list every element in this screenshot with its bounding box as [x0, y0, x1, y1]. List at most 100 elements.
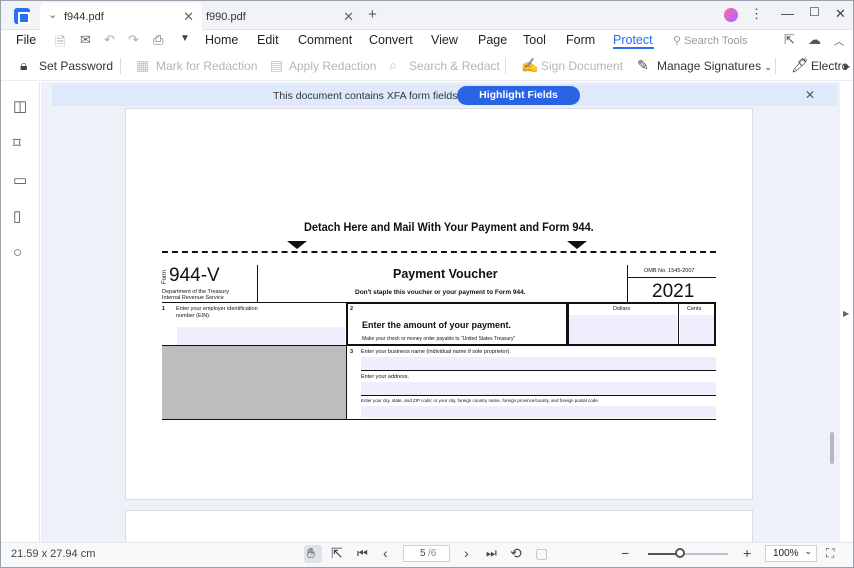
manage-signatures-button[interactable]: Manage Signatures ⌄ [657, 59, 772, 73]
menu-tool[interactable]: Tool [523, 33, 546, 47]
attachment-icon[interactable]: ▯ [13, 207, 29, 225]
toolbar-divider [120, 58, 121, 74]
search-icon: ⚲ [673, 35, 682, 47]
apply-redaction-icon: ▤ [270, 57, 284, 73]
tab-label: f944.pdf [64, 11, 104, 23]
minimize-icon[interactable]: — [781, 6, 794, 21]
zoom-level-select[interactable]: 100% ⌄ [765, 545, 817, 562]
menu-edit[interactable]: Edit [257, 33, 279, 47]
ein-input[interactable] [177, 327, 345, 345]
hand-tool-icon[interactable]: ✋︎ [307, 545, 315, 562]
mail-icon[interactable]: ✉ [80, 32, 91, 48]
zoom-slider-handle[interactable] [675, 548, 685, 558]
undo-icon[interactable]: ↶ [104, 32, 115, 48]
share-icon[interactable]: ⇱ [784, 32, 795, 48]
rotate-icon[interactable]: ⟲ [510, 545, 522, 562]
electronic-signature-icon: 🖊︎ [791, 57, 809, 73]
tab-f944[interactable]: ⌄ f944.pdf ✕ [40, 3, 202, 30]
menu-form[interactable]: Form [566, 33, 595, 47]
quick-access-dropdown-icon[interactable]: ▼ [180, 33, 190, 44]
form-rule [361, 370, 716, 371]
zoom-in-icon[interactable]: + [743, 545, 751, 561]
chevron-down-icon: ⌄ [804, 546, 812, 556]
form-rule [678, 302, 679, 346]
highlight-fields-button[interactable]: Highlight Fields [457, 86, 580, 105]
app-logo-icon[interactable] [14, 8, 30, 24]
search-redact-icon: ⌕ [389, 57, 397, 73]
search-redact-button[interactable]: Search & Redact [409, 59, 500, 73]
chevron-down-icon: ⌄ [764, 62, 772, 72]
search-icon[interactable]: ○ [13, 244, 29, 261]
cents-input[interactable] [680, 315, 714, 344]
apply-redaction-button[interactable]: Apply Redaction [289, 59, 376, 73]
set-password-button[interactable]: Set Password [39, 59, 113, 73]
tab-label: f990.pdf [206, 11, 246, 23]
first-page-icon[interactable]: ⏮︎ [357, 546, 368, 561]
search-tools[interactable]: ⚲ Search Tools [673, 34, 748, 47]
select-tool-icon[interactable]: ⇱ [331, 545, 343, 562]
form-word: Form [162, 270, 168, 284]
last-page-icon[interactable]: ⏭︎ [486, 546, 497, 561]
line3-number: 3 [350, 349, 354, 355]
address-label: Enter your address. [361, 374, 409, 380]
thumbnails-icon[interactable]: ◫ [13, 97, 29, 115]
menu-home[interactable]: Home [205, 33, 238, 47]
comment-icon[interactable]: ▭ [13, 171, 29, 189]
collapse-ribbon-icon[interactable]: ︿ [834, 33, 844, 48]
chevron-down-icon[interactable]: ⌄ [48, 8, 57, 21]
shaded-area [162, 346, 346, 419]
line1-label-b: number (EIN). [176, 313, 211, 319]
total-pages: /6 [428, 548, 437, 559]
close-tab-icon[interactable]: ✕ [343, 9, 354, 25]
expand-right-panel-icon[interactable]: ▶ [843, 309, 849, 318]
bookmark-icon[interactable]: ⌑ [13, 134, 29, 152]
sign-document-button[interactable]: Sign Document [541, 59, 623, 73]
sign-document-icon: ✍ [521, 57, 539, 73]
voucher-title: Payment Voucher [393, 267, 498, 281]
maximize-icon[interactable]: ☐ [809, 5, 820, 19]
close-window-icon[interactable]: ✕ [835, 6, 846, 22]
address-input[interactable] [361, 382, 716, 395]
vertical-scrollbar[interactable] [830, 432, 834, 464]
line1-number: 1 [162, 306, 166, 312]
menu-convert[interactable]: Convert [369, 33, 413, 47]
fit-page-icon[interactable]: ▢ [535, 545, 548, 562]
menu-file[interactable]: File [16, 33, 36, 47]
dollars-input[interactable] [569, 315, 677, 344]
menu-protect[interactable]: Protect [613, 33, 653, 47]
cloud-upload-icon[interactable]: ☁ [808, 32, 821, 48]
close-tab-icon[interactable]: ✕ [183, 9, 194, 25]
menu-page[interactable]: Page [478, 33, 507, 47]
toolbar-scroll-right-icon[interactable]: ▶ [844, 62, 850, 71]
zoom-out-icon[interactable]: − [621, 545, 629, 561]
avatar[interactable] [724, 8, 738, 22]
city-input[interactable] [361, 406, 716, 418]
print-icon[interactable]: ⎙ [153, 32, 163, 48]
previous-page-icon[interactable]: ‹ [383, 545, 388, 561]
toolbar-divider [505, 58, 506, 74]
xfa-notice-text: This document contains XFA form fields. [273, 90, 461, 102]
form-divider [627, 277, 716, 278]
new-tab-icon[interactable]: + [368, 6, 377, 23]
active-menu-indicator [613, 47, 654, 49]
mark-for-redaction-button[interactable]: Mark for Redaction [156, 59, 257, 73]
voucher-subtitle: Don't staple this voucher or your paymen… [355, 289, 526, 296]
tab-f990[interactable]: f990.pdf ✕ [202, 3, 364, 30]
form-rule [162, 419, 716, 420]
fullscreen-icon[interactable]: ⛶ [826, 546, 834, 561]
more-options-icon[interactable]: ⋮ [750, 6, 763, 22]
line2-subtitle: Make your check or money order payable t… [362, 336, 516, 342]
close-banner-icon[interactable]: ✕ [805, 88, 815, 102]
redo-icon[interactable]: ↷ [128, 32, 139, 48]
menu-view[interactable]: View [431, 33, 458, 47]
detach-instruction: Detach Here and Mail With Your Payment a… [304, 222, 594, 234]
manage-signatures-label: Manage Signatures [657, 59, 762, 73]
menu-comment[interactable]: Comment [298, 33, 352, 47]
tax-year: 2021 [652, 281, 695, 302]
page-number-field[interactable]: 5 /6 [403, 545, 450, 562]
omb-number: OMB No. 1545-2007 [644, 268, 695, 274]
electronic-signature-button[interactable]: Electro [811, 59, 848, 73]
save-icon[interactable]: 🗎 [55, 33, 65, 55]
next-page-icon[interactable]: › [464, 545, 469, 561]
business-name-input[interactable] [361, 357, 716, 370]
